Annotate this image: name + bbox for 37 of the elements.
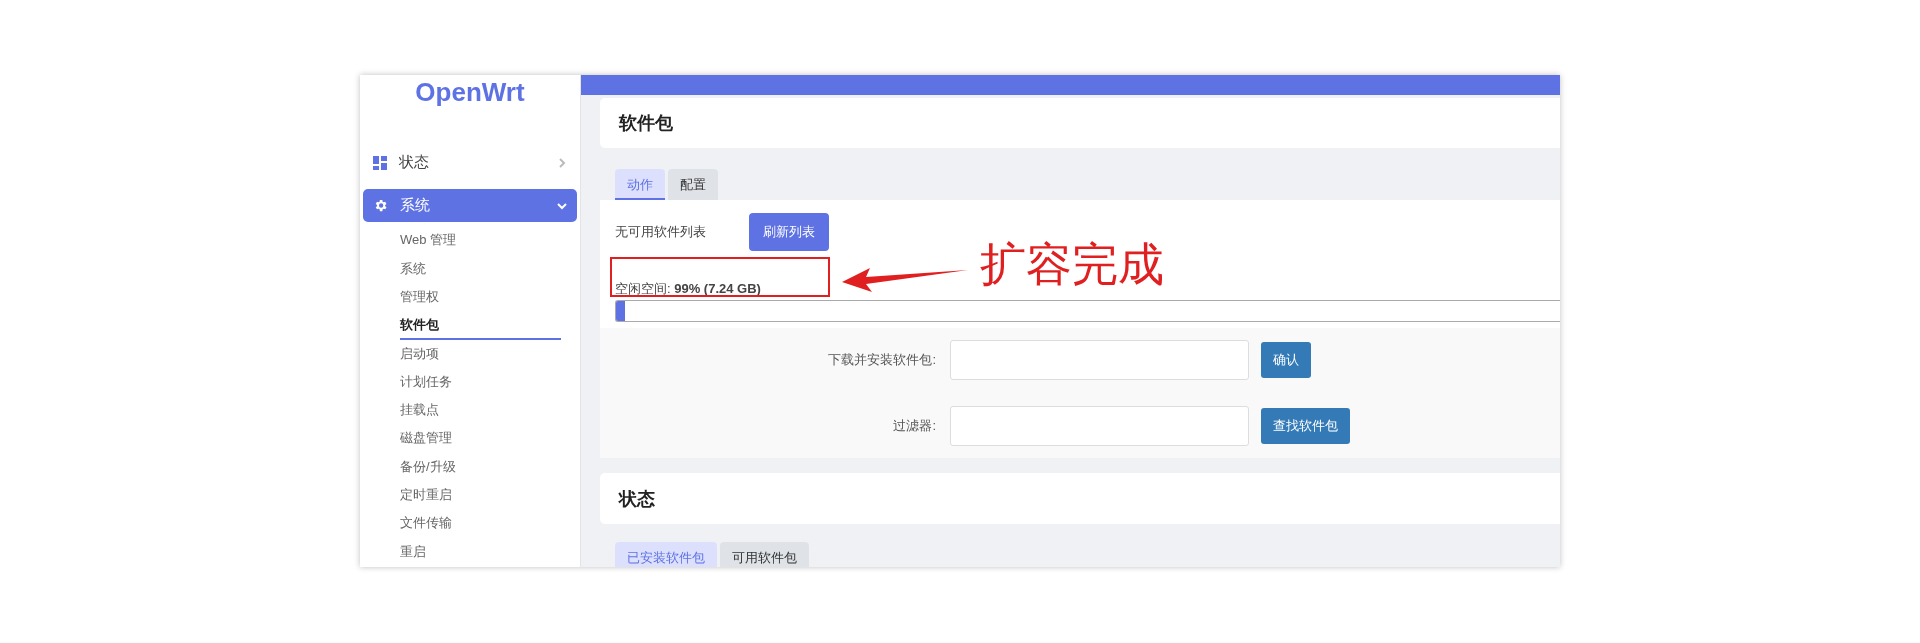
submenu-item[interactable]: 软件包 [400, 312, 561, 341]
action-button[interactable]: 确认 [1261, 342, 1311, 378]
chevron-down-icon [557, 200, 567, 211]
submenu-item[interactable]: 管理权 [400, 283, 561, 312]
menu-label: 状态 [399, 153, 430, 172]
section-title: 状态 [619, 487, 655, 511]
menu-item[interactable]: 状态 [363, 146, 577, 179]
submenu-item[interactable]: 启动项 [400, 340, 561, 369]
input-field[interactable] [950, 340, 1249, 380]
submenu-item[interactable]: 计划任务 [400, 368, 561, 397]
tab[interactable]: 动作 [615, 169, 665, 200]
submenu-item[interactable]: 系统 [400, 255, 561, 284]
submenu-item[interactable]: 挂载点 [400, 397, 561, 426]
tab[interactable]: 配置 [668, 169, 718, 200]
tab[interactable]: 已安装软件包 [615, 542, 717, 567]
submenu-item[interactable]: 定时重启 [400, 482, 561, 511]
chevron-right-icon [557, 157, 567, 168]
package-list-message: 无可用软件列表 [615, 223, 707, 241]
refresh-button[interactable]: 刷新列表 [749, 213, 829, 251]
menu-item[interactable]: 系统 [363, 189, 577, 223]
tab[interactable]: 可用软件包 [720, 542, 809, 567]
dashboard-icon [373, 155, 387, 170]
logo: OpenWrt [415, 77, 525, 107]
input-field[interactable] [950, 406, 1249, 446]
field-label: 过滤器: [892, 417, 937, 435]
submenu-item[interactable]: 重启 [400, 538, 561, 567]
field-label: 下载并安装软件包: [827, 351, 937, 369]
free-space-text: 空闲空间: 99% (7.24 GB) [615, 280, 761, 298]
submenu-item[interactable]: 磁盘管理 [400, 425, 561, 454]
submenu-item[interactable]: Web 管理 [400, 227, 561, 256]
submenu-item[interactable]: 文件传输 [400, 510, 561, 539]
action-button[interactable]: 查找软件包 [1261, 408, 1350, 444]
page-title: 软件包 [619, 112, 673, 135]
settings-icon [373, 198, 388, 213]
submenu-item[interactable]: 备份/升级 [400, 453, 561, 482]
annotation-text: 扩容完成 [980, 237, 1164, 292]
menu-label: 系统 [400, 196, 431, 215]
